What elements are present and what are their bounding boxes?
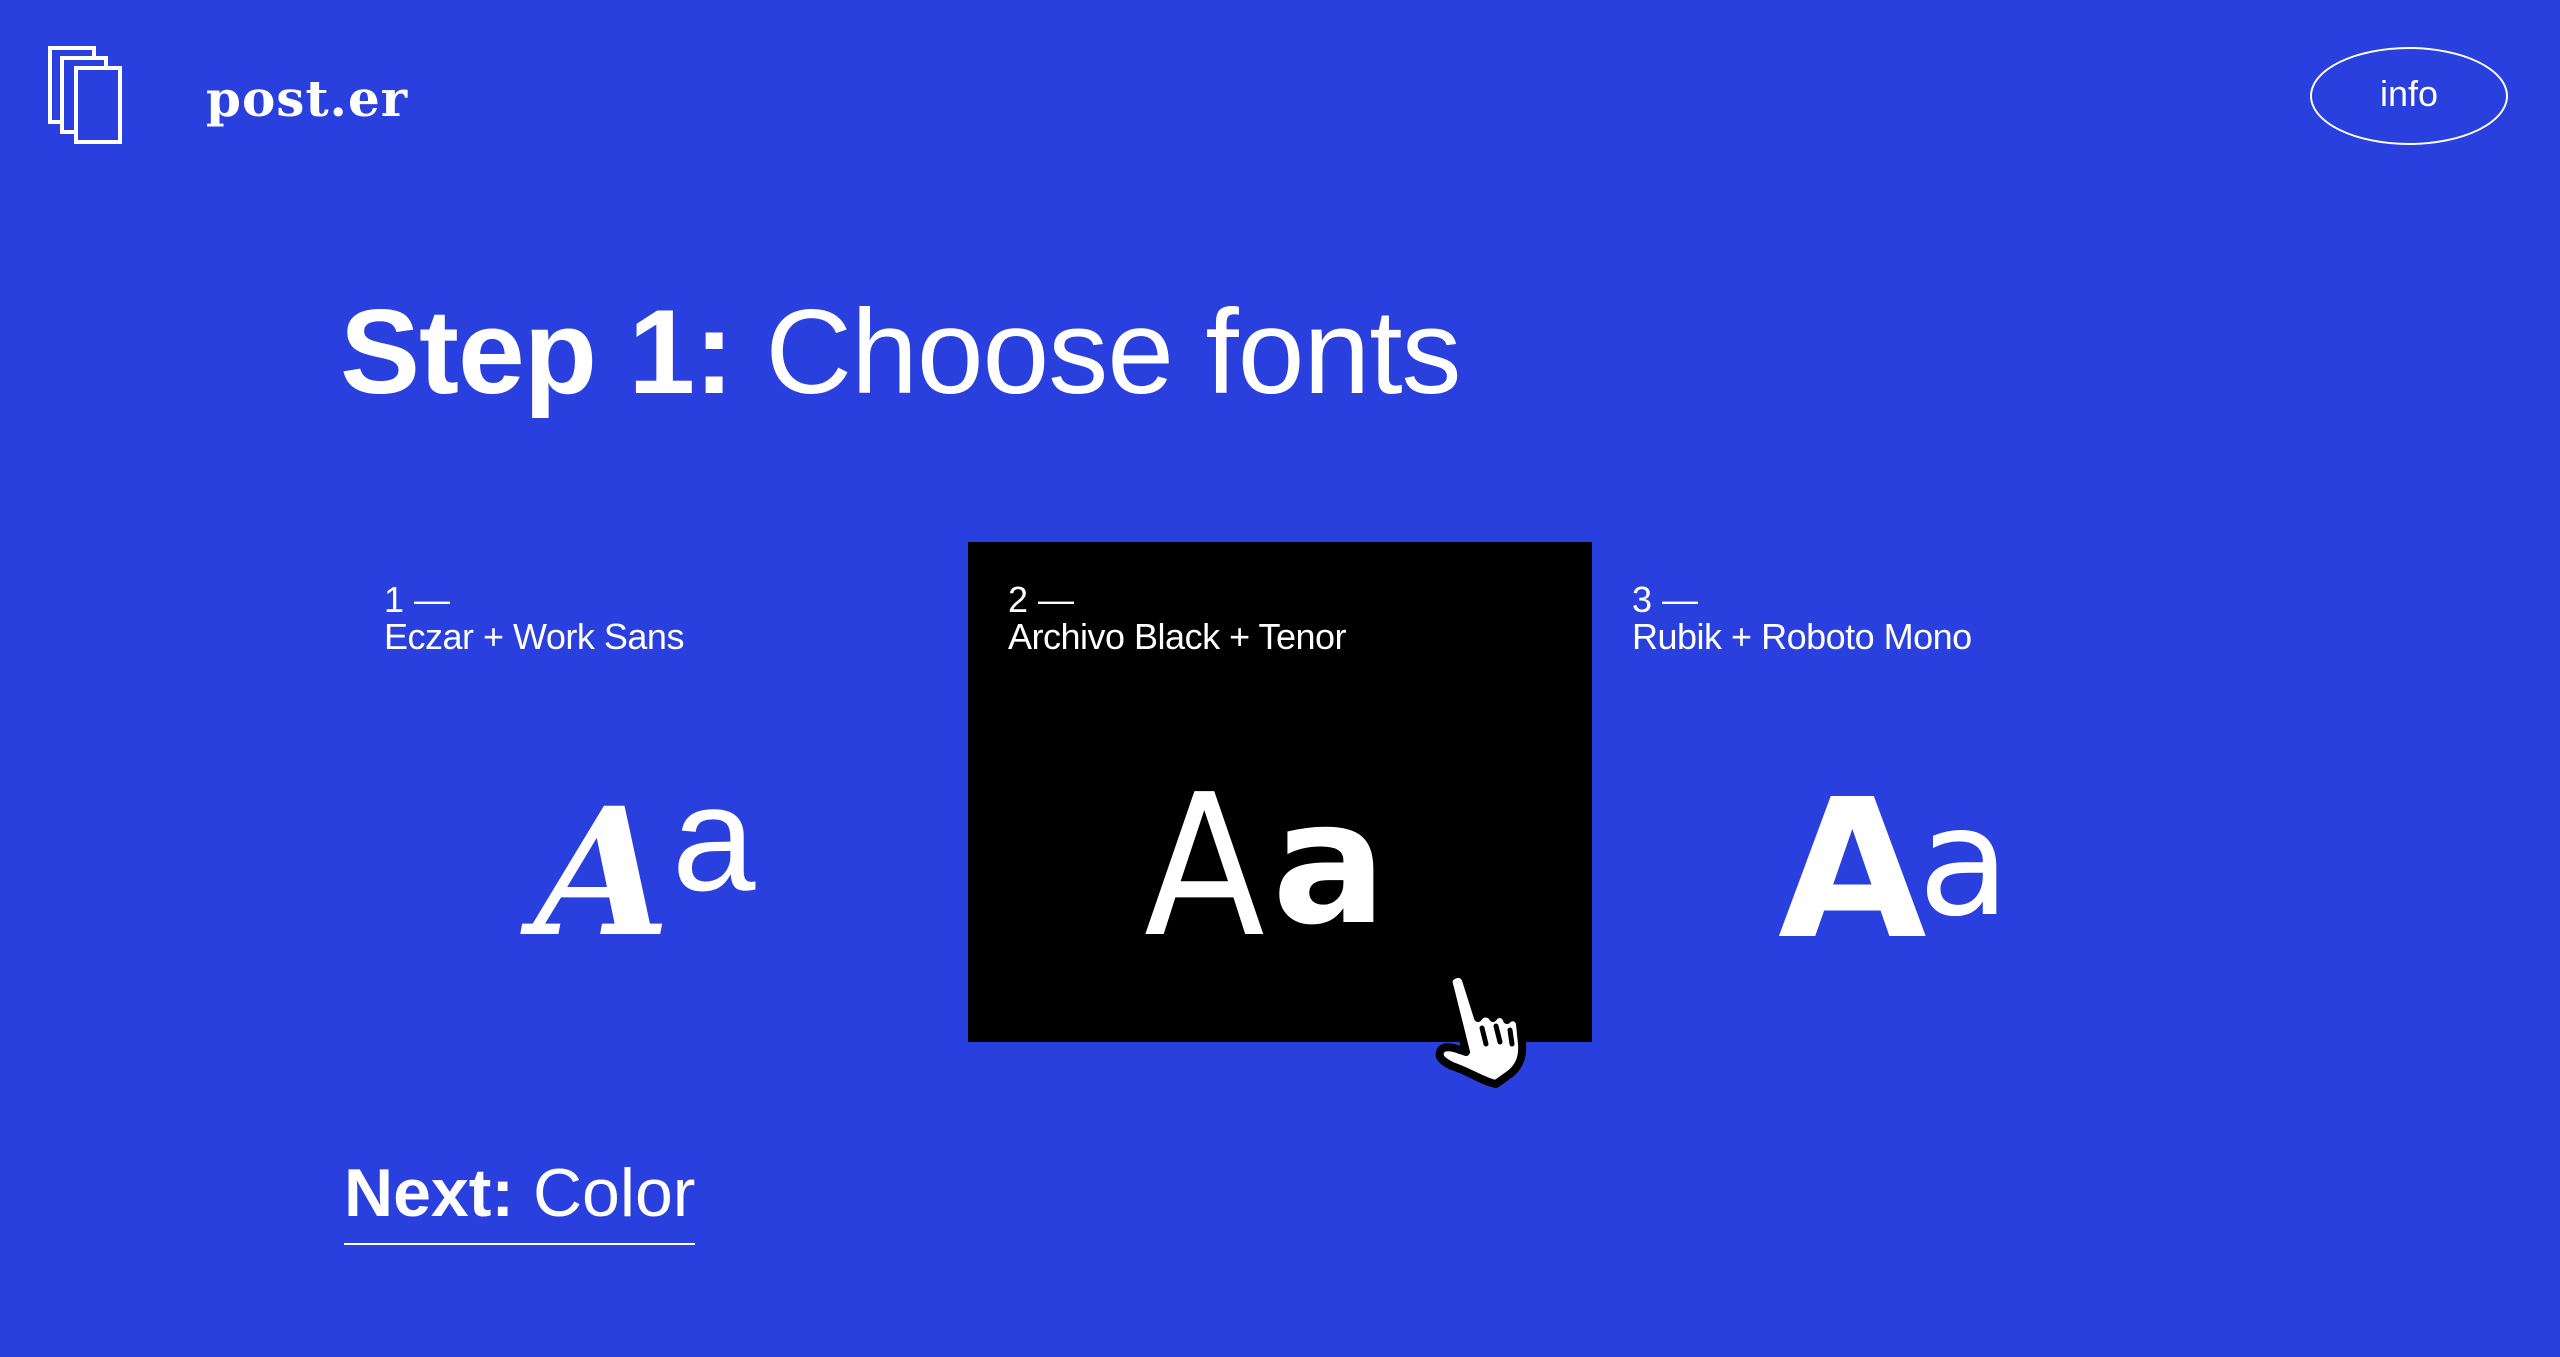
specimen-lower: a	[1918, 776, 2010, 950]
next-label: Next:	[344, 1155, 515, 1231]
stacked-pages-icon	[48, 46, 122, 144]
font-specimen: A a	[1144, 762, 1387, 962]
option-number: 3 —	[1632, 579, 1699, 620]
specimen-upper: A	[1778, 762, 1927, 962]
font-specimen: A a	[1778, 762, 2010, 962]
next-step-link[interactable]: Next: Color	[344, 1153, 696, 1245]
specimen-upper: A	[1144, 762, 1265, 962]
step-title: Choose fonts	[765, 285, 1461, 419]
logo-link[interactable]: post.er	[48, 46, 408, 146]
specimen-upper: A	[520, 769, 671, 962]
font-option-2[interactable]: 2 — Archivo Black + Tenor A a	[968, 542, 1592, 1042]
specimen-lower: a	[672, 762, 756, 922]
option-number: 1 —	[384, 579, 451, 620]
logo-text: post.er	[206, 69, 409, 128]
font-option-1[interactable]: 1 — Eczar + Work Sans A a	[344, 542, 968, 1042]
font-specimen: A a	[520, 762, 756, 962]
option-name: Archivo Black + Tenor	[1008, 616, 1347, 657]
page-title: Step 1: Choose fonts	[340, 282, 1462, 422]
specimen-lower: a	[1272, 765, 1387, 962]
step-label: Step 1:	[340, 285, 734, 419]
option-name: Rubik + Roboto Mono	[1632, 616, 1972, 657]
info-button[interactable]: info	[2310, 47, 2508, 145]
option-name: Eczar + Work Sans	[384, 616, 684, 657]
next-target: Color	[532, 1155, 696, 1231]
font-option-3[interactable]: 3 — Rubik + Roboto Mono A a	[1592, 542, 2216, 1042]
option-number: 2 —	[1008, 579, 1075, 620]
